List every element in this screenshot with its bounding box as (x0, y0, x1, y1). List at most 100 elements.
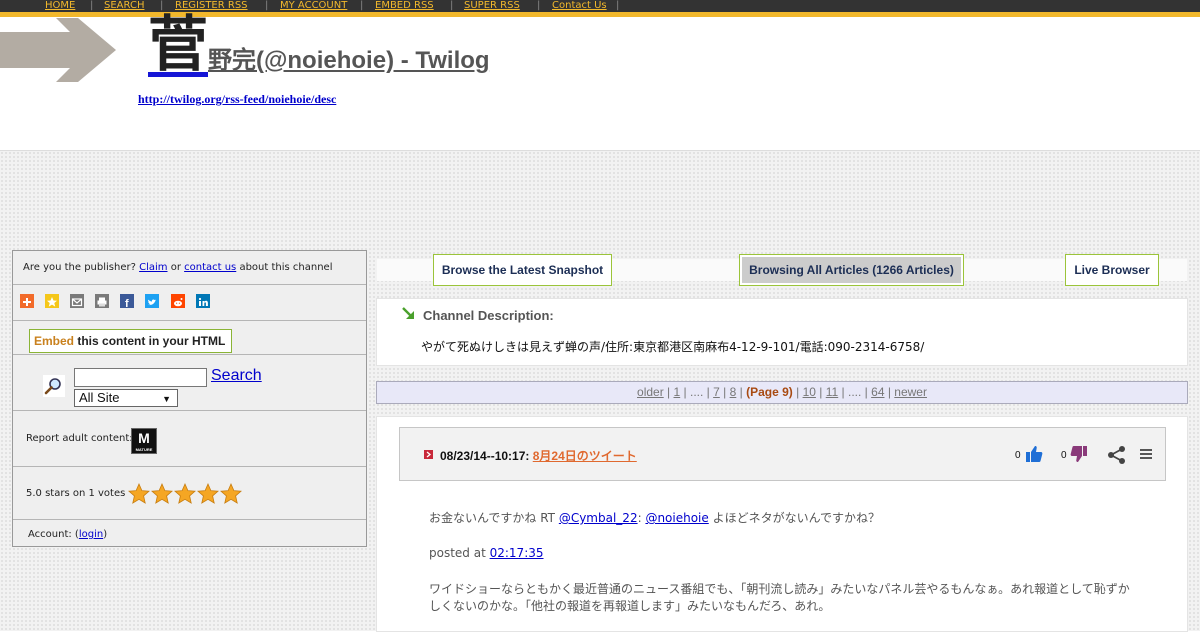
article-title-link[interactable]: 8月24日のツイート (533, 449, 637, 463)
rating-star-icon[interactable] (151, 483, 173, 505)
search-input[interactable] (74, 368, 207, 387)
article-header: 08/23/14--10:17: 8月24日のツイート 0 0 (399, 427, 1166, 481)
favorite-star-icon[interactable] (45, 294, 60, 308)
nav-separator: | (265, 0, 269, 11)
embed-rest: this content in your HTML (74, 334, 226, 348)
account-prefix: Account: ( (28, 529, 79, 540)
search-row: Search All Site ▼ (13, 355, 366, 411)
contact-us-link[interactable]: contact us (184, 262, 236, 273)
nav-separator: | (360, 0, 364, 11)
article-bullet-icon (424, 450, 433, 459)
rating-star-icon[interactable] (174, 483, 196, 505)
channel-description-title: Channel Description: (423, 308, 554, 323)
site-scope-value: All Site (79, 390, 120, 405)
rating-star-icon[interactable] (220, 483, 242, 505)
email-icon[interactable] (70, 294, 85, 308)
tweet-text-prefix: お金ないんですかね RT (429, 511, 559, 525)
article-list: 08/23/14--10:17: 8月24日のツイート 0 0 お金ないんですか… (376, 416, 1188, 632)
rating-row: 5.0 stars on 1 votes (13, 467, 366, 520)
like-count: 0 (1015, 450, 1021, 461)
channel-description-panel: Channel Description: やがて死ぬけしきは見えず蝉の声/住所:… (376, 298, 1188, 366)
magnifier-icon (43, 375, 65, 397)
site-scope-select[interactable]: All Site ▼ (74, 389, 178, 407)
linkedin-icon[interactable] (195, 294, 210, 308)
dislike-count: 0 (1061, 450, 1067, 461)
publisher-or: or (167, 262, 185, 273)
menu-icon[interactable] (1139, 447, 1153, 461)
nav-search[interactable]: SEARCH (104, 0, 144, 12)
tweet-text-suffix: よほどネタがないんですかね？ (708, 511, 880, 525)
pager-page-8[interactable]: 8 (730, 385, 737, 399)
page-title-big-char: 菅 (148, 10, 208, 80)
mature-letter: M (138, 430, 150, 446)
nav-my-account[interactable]: MY ACCOUNT (280, 0, 347, 12)
article-date-title: 08/23/14--10:17: 8月24日のツイート (440, 447, 637, 464)
login-link[interactable]: login (79, 529, 103, 540)
rating-star-icon[interactable] (128, 483, 150, 505)
embed-row: Embed this content in your HTML (13, 321, 366, 355)
tab-live-browser[interactable]: Live Browser (1065, 254, 1159, 286)
claim-link[interactable]: Claim (139, 262, 167, 273)
nav-super-rss[interactable]: SUPER RSS (464, 0, 520, 12)
embed-content-button[interactable]: Embed this content in your HTML (29, 329, 232, 353)
embed-word: Embed (34, 334, 75, 348)
report-adult-label: Report adult content: (26, 433, 133, 444)
posted-at-label: posted at (429, 546, 490, 560)
green-arrow-icon (402, 307, 414, 319)
thumbs-down-icon[interactable] (1069, 444, 1089, 464)
rating-stars (128, 483, 243, 509)
pager-page-64[interactable]: 64 (871, 385, 884, 399)
arrow-logo-icon[interactable] (0, 18, 120, 82)
publisher-text: Are you the publisher? Claim or contact … (23, 262, 332, 273)
pager-page-10[interactable]: 10 (803, 385, 816, 399)
nav-separator: | (90, 0, 94, 11)
rating-text: 5.0 stars on 1 votes (26, 488, 126, 499)
nav-home[interactable]: HOME (45, 0, 75, 12)
svg-text:f: f (125, 298, 129, 309)
pager-page-1[interactable]: 1 (674, 385, 681, 399)
pager-ellipsis: .... (689, 385, 704, 399)
user-link-noiehoie[interactable]: @noiehoie (645, 511, 708, 525)
dropdown-caret-icon: ▼ (162, 394, 171, 404)
mature-small-label: MATURE (135, 447, 153, 452)
twitter-icon[interactable] (145, 294, 160, 308)
mature-rating-icon[interactable]: M MATURE (131, 428, 157, 454)
reddit-icon[interactable] (170, 294, 185, 308)
account-row: Account: (login) (13, 520, 366, 546)
user-link-cymbal[interactable]: @Cymbal_22 (559, 511, 638, 525)
facebook-icon[interactable]: f (120, 294, 135, 310)
nav-contact-us[interactable]: Contact Us (552, 0, 607, 12)
title-underline (148, 72, 208, 77)
search-button[interactable]: Search (211, 367, 262, 385)
nav-separator: | (450, 0, 454, 11)
rss-feed-link[interactable]: http://twilog.org/rss-feed/noiehoie/desc (138, 92, 336, 107)
thumbs-up-icon[interactable] (1024, 444, 1044, 464)
account-suffix: ) (103, 529, 108, 540)
sidebar-panel: Are you the publisher? Claim or contact … (12, 250, 367, 547)
pager-page-11[interactable]: 11 (826, 385, 838, 399)
pager-newer[interactable]: newer (894, 385, 927, 399)
report-row: Report adult content: M MATURE (13, 411, 366, 467)
nav-separator: | (616, 0, 620, 11)
pager-older[interactable]: older (637, 385, 664, 399)
print-icon[interactable] (95, 294, 110, 308)
nav-embed-rss[interactable]: EMBED RSS (375, 0, 434, 12)
share-icon[interactable] (1107, 445, 1127, 465)
tab-all-articles[interactable]: Browsing All Articles (1266 Articles) (739, 254, 964, 286)
share-icons: f (20, 294, 216, 313)
pager-current-page: (Page 9) (746, 385, 793, 399)
publisher-suffix: about this channel (236, 262, 333, 273)
add-share-icon[interactable] (20, 294, 34, 308)
posted-time-link[interactable]: 02:17:35 (490, 546, 544, 560)
posted-at: posted at 02:17:35 (429, 545, 544, 562)
tweet-text-2-line-1: ワイドショーならともかく最近普通のニュース番組でも、「朝刊流し読み」みたいなパネ… (429, 582, 1130, 596)
pagination: older | 1 | .... | 7 | 8 | (Page 9) | 10… (376, 381, 1188, 404)
tweet-text-2-line-2: しくないのかな。「他社の報道を再報道します」みたいなもんだろ、あれ。 (429, 599, 831, 613)
pager-page-7[interactable]: 7 (713, 385, 720, 399)
tweet-text: お金ないんですかね RT @Cymbal_22: @noiehoie よほどネタ… (429, 510, 880, 527)
channel-description-text: やがて死ぬけしきは見えず蝉の声/住所:東京都港区南麻布4-12-9-101/電話… (421, 340, 925, 354)
account-text: Account: (login) (28, 529, 107, 540)
rating-star-icon[interactable] (197, 483, 219, 505)
page-title[interactable]: 野完(@noiehoie) - Twilog (208, 46, 490, 76)
tab-latest-snapshot[interactable]: Browse the Latest Snapshot (433, 254, 612, 286)
